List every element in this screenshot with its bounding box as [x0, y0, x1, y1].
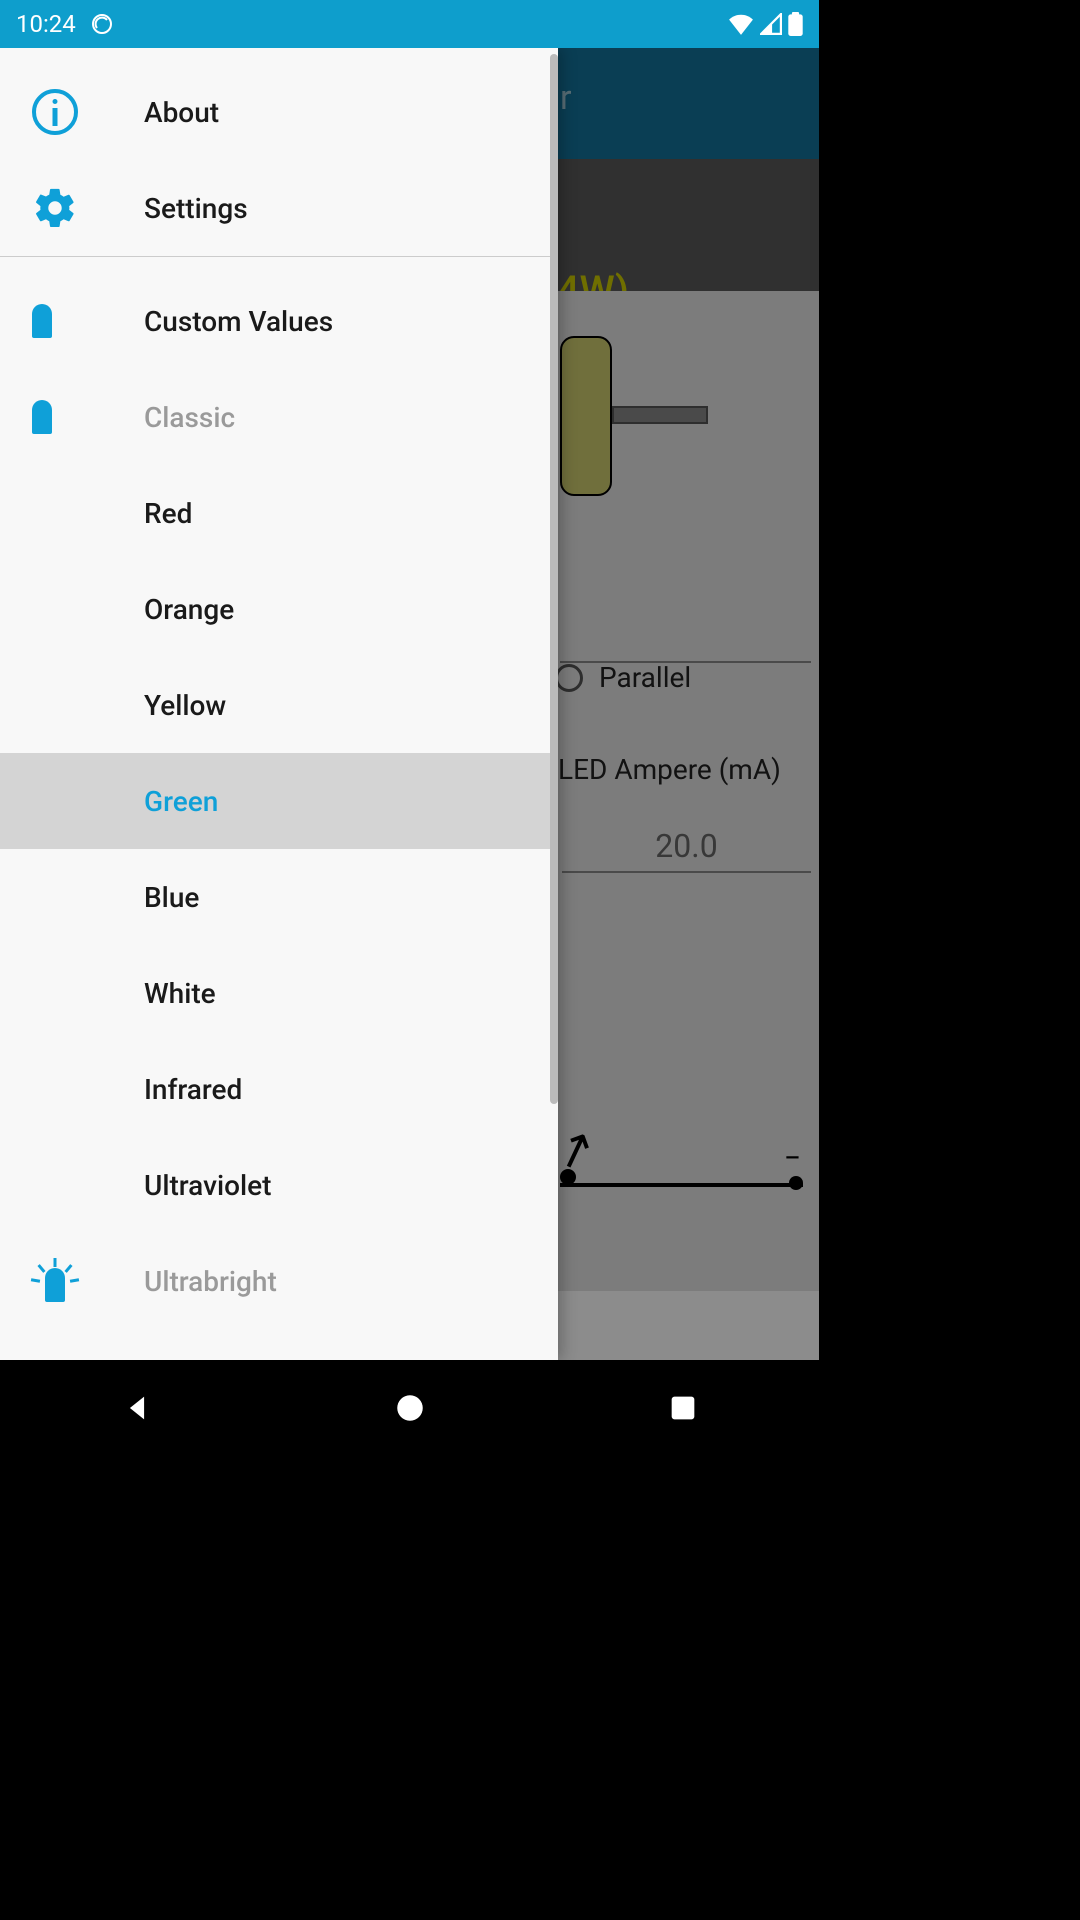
led-icon [32, 304, 52, 338]
gear-icon [32, 185, 78, 231]
menu-label-ultrabright: Ultrabright [144, 1265, 277, 1298]
menu-label-yellow: Yellow [144, 689, 226, 722]
battery-icon [788, 12, 803, 36]
status-bar: 10:24 [0, 0, 819, 48]
menu-item-about[interactable]: About [0, 64, 558, 160]
menu-label-classic: Classic [144, 401, 235, 434]
menu-item-white[interactable]: White [0, 945, 558, 1041]
menu-label-settings: Settings [144, 192, 248, 225]
menu-item-blue[interactable]: Blue [0, 849, 558, 945]
menu-group-classic[interactable]: Classic [0, 369, 558, 465]
dnd-icon [90, 12, 114, 36]
info-icon [32, 89, 78, 135]
menu-item-ultraviolet[interactable]: Ultraviolet [0, 1137, 558, 1233]
scrollbar[interactable] [550, 54, 558, 1104]
menu-item-custom-values[interactable]: Custom Values [0, 273, 558, 369]
menu-item-infrared[interactable]: Infrared [0, 1041, 558, 1137]
menu-label-green: Green [144, 785, 218, 818]
nav-home-button[interactable] [360, 1383, 460, 1433]
menu-item-yellow[interactable]: Yellow [0, 657, 558, 753]
navigation-bar [0, 1360, 819, 1456]
nav-recent-button[interactable] [633, 1383, 733, 1433]
led-icon [32, 400, 52, 434]
menu-label-infrared: Infrared [144, 1073, 242, 1106]
menu-group-ultrabright[interactable]: Ultrabright [0, 1233, 558, 1329]
menu-item-orange[interactable]: Orange [0, 561, 558, 657]
signal-icon [760, 13, 782, 35]
menu-label-red: Red [144, 497, 192, 530]
led-bright-icon [32, 1258, 78, 1304]
menu-label-custom-values: Custom Values [144, 305, 333, 338]
menu-item-green[interactable]: Green [0, 753, 558, 849]
status-time: 10:24 [16, 10, 76, 38]
navigation-drawer: About Settings Custom Values Classic Red [0, 48, 558, 1360]
menu-label-orange: Orange [144, 593, 234, 626]
wifi-icon [728, 13, 754, 35]
menu-item-settings[interactable]: Settings [0, 160, 558, 256]
menu-label-white: White [144, 977, 216, 1010]
menu-label-ultraviolet: Ultraviolet [144, 1169, 271, 1202]
menu-label-blue: Blue [144, 881, 199, 914]
nav-back-button[interactable] [87, 1383, 187, 1433]
menu-item-red[interactable]: Red [0, 465, 558, 561]
menu-label-about: About [144, 96, 219, 129]
